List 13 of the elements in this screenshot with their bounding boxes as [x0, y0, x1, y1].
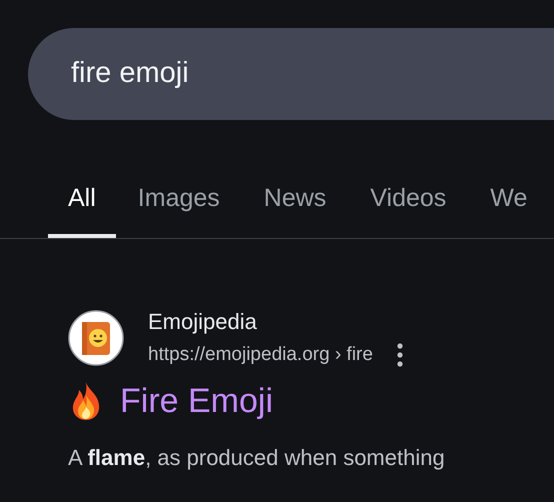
result-snippet: A flame, as produced when something	[68, 444, 445, 470]
result-title-link[interactable]: Fire Emoji	[120, 380, 274, 420]
search-field[interactable]: fire emoji	[28, 28, 554, 120]
tab[interactable]: News	[242, 180, 348, 238]
result-url[interactable]: https://emojipedia.org › fire	[148, 342, 373, 366]
site-name: Emojipedia	[148, 308, 258, 334]
tab[interactable]: Videos	[348, 180, 468, 238]
tab[interactable]: Images	[116, 180, 242, 238]
more-options-icon[interactable]	[396, 342, 403, 366]
tab[interactable]: We	[468, 180, 550, 238]
tab[interactable]: All	[48, 180, 116, 238]
book-logo-icon	[68, 310, 124, 366]
search-query: fire emoji	[71, 56, 189, 92]
